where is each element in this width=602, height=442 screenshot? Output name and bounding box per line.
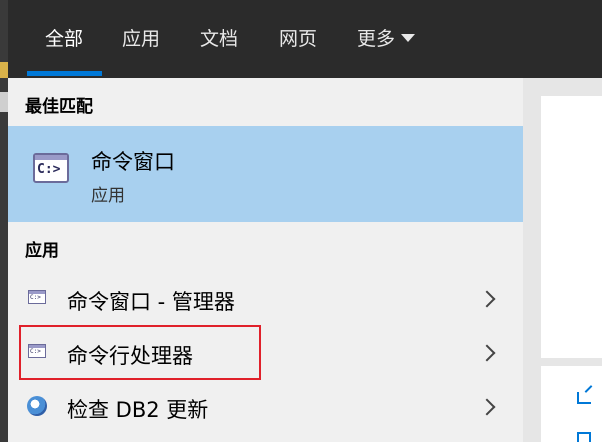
- best-match-result[interactable]: C:> 命令窗口 应用: [8, 126, 523, 222]
- result-item-label-text: 检查 DB2 更新: [67, 398, 209, 422]
- tab-all[interactable]: 全部: [45, 24, 83, 51]
- background-strip-yellow: [0, 62, 8, 78]
- background-strip-gray: [0, 92, 8, 112]
- tab-web[interactable]: 网页: [279, 24, 317, 51]
- db2-globe-icon: [27, 396, 47, 416]
- result-item-db2-update[interactable]: 检查 DB2 更新: [8, 382, 523, 434]
- preview-actions-card: [541, 366, 602, 442]
- chevron-right-icon[interactable]: [478, 290, 496, 308]
- tab-apps[interactable]: 应用: [122, 24, 160, 51]
- tab-more-label: 更多: [357, 28, 396, 50]
- best-match-heading: 最佳匹配: [25, 97, 93, 117]
- tab-documents[interactable]: 文档: [200, 24, 238, 51]
- result-item-cmd-admin[interactable]: C:> 命令窗口 - 管理器: [8, 274, 523, 326]
- result-item-label: 检查 DB2 更新: [67, 394, 208, 424]
- preview-card: [541, 96, 602, 358]
- active-tab-indicator: [27, 71, 102, 76]
- preview-pane: [523, 78, 602, 442]
- cmd-icon-glyph: C:>: [37, 162, 61, 177]
- cmd-icon-glyph: C:>: [30, 294, 41, 301]
- best-match-subtitle: 应用: [91, 186, 125, 206]
- best-match-title: 命令窗口: [91, 150, 175, 174]
- cmd-icon: C:>: [33, 153, 69, 183]
- chevron-right-icon[interactable]: [478, 398, 496, 416]
- chevron-right-icon[interactable]: [478, 344, 496, 362]
- chevron-down-icon: [401, 34, 416, 42]
- apps-heading: 应用: [25, 241, 59, 261]
- open-icon[interactable]: [577, 392, 591, 404]
- open-location-icon[interactable]: [577, 432, 591, 442]
- cmd-icon: C:>: [28, 290, 46, 304]
- search-results-panel: 最佳匹配 C:> 命令窗口 应用 应用 C:> 命令窗口 - 管理器 C:> 命…: [8, 78, 523, 442]
- annotation-highlight-box: [19, 325, 261, 380]
- result-item-label: 命令窗口 - 管理器: [67, 290, 235, 314]
- tab-more[interactable]: 更多: [357, 24, 416, 51]
- background-window-strip: [0, 0, 8, 442]
